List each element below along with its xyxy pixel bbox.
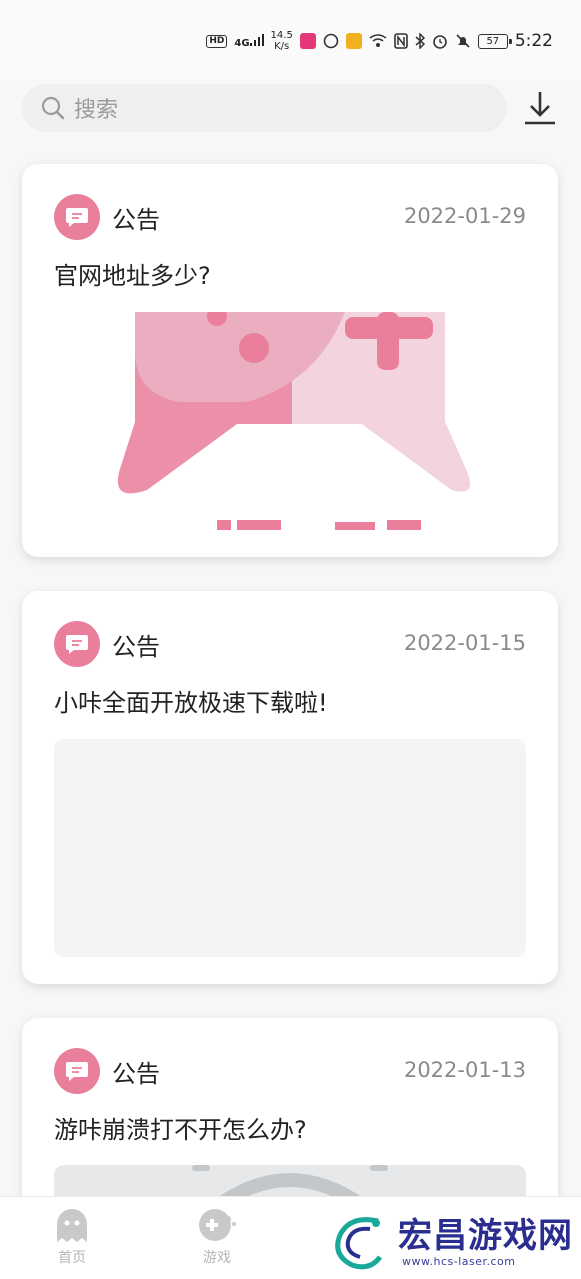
clock: 5:22	[514, 31, 553, 51]
image-placeholder	[54, 739, 526, 957]
alarm-icon	[433, 35, 447, 49]
battery-indicator: 57	[477, 33, 512, 49]
nav-item-games[interactable]: 游戏	[177, 1207, 257, 1267]
card-title: 游咔崩溃打不开怎么办?	[54, 1116, 307, 1144]
card-date: 2022-01-29	[403, 204, 526, 228]
watermark-url: www.hcs-laser.com	[402, 1254, 516, 1268]
wifi-icon	[369, 34, 387, 47]
nav-label: 游戏	[203, 1250, 231, 1266]
card-label: 公告	[112, 632, 160, 661]
card-header: 公告	[54, 621, 160, 667]
announcement-card[interactable]: 公告 2022-01-15 小咔全面开放极速下载啦!	[22, 591, 558, 984]
card-title: 小咔全面开放极速下载啦!	[54, 689, 328, 717]
message-notification-icon	[345, 33, 362, 49]
card-label: 公告	[112, 1059, 160, 1088]
bluetooth-icon	[415, 33, 425, 49]
signal-indicator: 4G	[234, 33, 264, 49]
announcement-card[interactable]: 公告 2022-01-29 官网地址多少?	[22, 164, 558, 557]
status-bar: HD 4G 14.5 K/s 57 5:22	[0, 0, 581, 80]
search-placeholder: 搜索	[74, 98, 119, 123]
nav-label: 首页	[58, 1250, 86, 1266]
card-header: 公告	[54, 194, 160, 240]
gamepad-icon	[199, 1209, 236, 1241]
search-bar[interactable]: 搜索	[22, 84, 507, 132]
ghost-icon	[57, 1209, 87, 1242]
card-date: 2022-01-15	[403, 631, 526, 655]
chat-bubble-icon	[54, 621, 100, 667]
watermark-logo: 宏昌游戏网 www.hcs-laser.com	[330, 1206, 580, 1278]
download-icon[interactable]	[520, 88, 560, 128]
nfc-icon	[394, 33, 408, 49]
card-header: 公告	[54, 1048, 160, 1094]
search-icon	[41, 96, 65, 120]
hd-indicator: HD	[206, 34, 228, 48]
watermark-title: 宏昌游戏网	[398, 1215, 573, 1256]
nav-item-home[interactable]: 首页	[32, 1207, 112, 1267]
card-date: 2022-01-13	[403, 1058, 526, 1082]
dragon-logo-icon	[335, 1217, 383, 1270]
mute-bell-icon	[456, 34, 470, 48]
network-speed: 14.5 K/s	[270, 30, 293, 52]
circle-notification-icon	[323, 33, 339, 49]
chat-bubble-icon	[54, 194, 100, 240]
gamepad-illustration	[117, 312, 470, 530]
app-notification-icon	[299, 33, 316, 49]
chat-bubble-icon	[54, 1048, 100, 1094]
card-title: 官网地址多少?	[54, 262, 211, 290]
card-label: 公告	[112, 205, 160, 234]
